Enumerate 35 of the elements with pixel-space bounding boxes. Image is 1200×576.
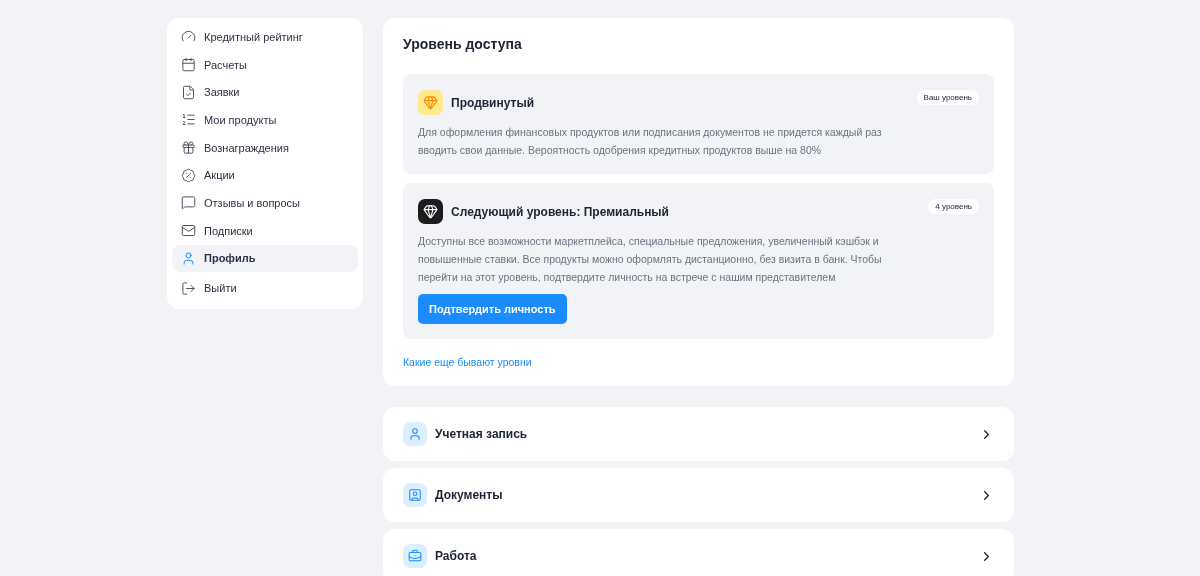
chat-icon xyxy=(181,195,196,211)
calendar-icon xyxy=(181,57,196,73)
level-name: Следующий уровень: Премиальный xyxy=(451,204,669,219)
level-description: Для оформления финансовых продуктов или подписания документов не придется каждый раз вводить свои данные. Вероятность одобрения кредитных продуктов выше на 80% xyxy=(418,125,883,158)
level-name: Продвинутый xyxy=(451,95,535,110)
level-badge: Ваш уровень xyxy=(916,90,979,105)
sidebar-item[interactable]: Заявки xyxy=(172,78,358,107)
sidebar-item[interactable]: Профиль xyxy=(172,244,358,273)
card-title: Уровень доступа xyxy=(403,36,523,52)
sidebar-item[interactable]: Подписки xyxy=(172,216,358,245)
sidebar-item[interactable]: Расчеты xyxy=(172,50,358,79)
logout-icon xyxy=(181,280,196,296)
sidebar-item[interactable]: Кредитный рейтинг xyxy=(172,23,358,51)
gift-icon xyxy=(181,140,196,156)
mail-icon xyxy=(181,223,196,239)
id-card-icon xyxy=(403,483,427,507)
sidebar-item[interactable]: Отзывы и вопросы xyxy=(172,189,358,217)
sidebar-item[interactable]: Вознаграждения xyxy=(172,133,358,162)
levels-link[interactable]: Какие еще бывают уровни xyxy=(403,356,532,368)
section-row[interactable]: Учетная запись xyxy=(383,407,1014,461)
user-icon xyxy=(403,422,427,446)
level-badge: 4 уровень xyxy=(928,199,979,214)
section-row[interactable]: Документы xyxy=(383,468,1014,522)
document-icon xyxy=(181,84,196,100)
sidebar-item[interactable]: Мои продукты xyxy=(172,106,358,134)
briefcase-icon xyxy=(403,544,427,568)
sidebar-item[interactable]: Выйти xyxy=(172,272,358,305)
diamond-icon xyxy=(418,199,443,224)
list-icon xyxy=(181,112,196,128)
sidebar-item[interactable]: Акции xyxy=(172,161,358,190)
section-row[interactable]: Работа xyxy=(383,529,1014,576)
level-description: Доступны все возможности маркетплейса, специальные предложения, увеличенный кэшбэк и повышенные ставки. Все продукты можно оформлять дистанционно, без визита в банк. Чтобы перейти на этот уровень, подтвердите личность на встрече с нашим представителем xyxy=(418,234,883,285)
user-icon xyxy=(181,250,196,266)
percent-icon xyxy=(181,167,196,183)
diamond-icon xyxy=(418,90,443,115)
